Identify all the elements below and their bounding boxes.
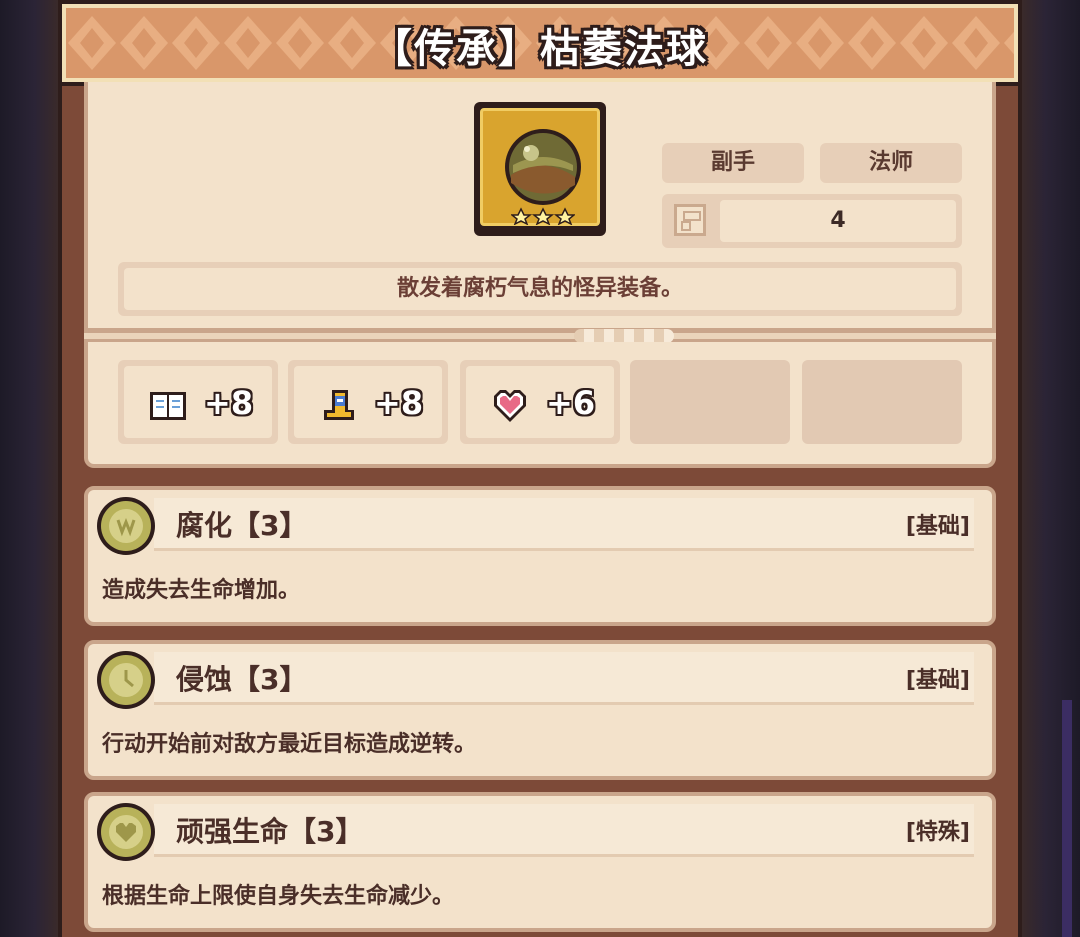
skill-card-corrosion[interactable]: 腐化【3】 [基础] 造成失去生命增加。 xyxy=(84,486,996,626)
skill-card-tenacious-life[interactable]: 顽强生命【3】 [特殊] 根据生命上限使自身失去生命减少。 xyxy=(84,792,996,932)
stat-boot-value: +8 xyxy=(374,384,424,422)
skill-description: 根据生命上限使自身失去生命减少。 xyxy=(102,884,455,909)
grid-icon xyxy=(674,204,706,236)
skill-type: [基础] xyxy=(905,514,970,539)
stat-book: +8 xyxy=(118,360,278,444)
corrosion-coin-icon xyxy=(97,497,155,555)
section-divider xyxy=(84,329,996,343)
slot-size-value: 4 xyxy=(720,200,956,242)
right-backdrop xyxy=(1022,0,1080,937)
tenacious-life-coin-icon xyxy=(97,803,155,861)
skill-name: 腐化【3】 xyxy=(176,509,308,542)
title-banner: 【传承】枯萎法球 xyxy=(62,4,1018,82)
skill-card-erosion[interactable]: 侵蚀【3】 [基础] 行动开始前对敌方最近目标造成逆转。 xyxy=(84,640,996,780)
stat-boot: +8 xyxy=(288,360,448,444)
heart-icon xyxy=(494,390,526,422)
skill-type: [特殊] xyxy=(905,820,970,845)
slot-size-box: 4 xyxy=(662,194,962,248)
stat-book-value: +8 xyxy=(204,384,254,422)
skill-type: [基础] xyxy=(905,668,970,693)
star-rating xyxy=(511,207,575,225)
boot-icon xyxy=(324,390,354,420)
skill-name: 顽强生命【3】 xyxy=(176,815,364,848)
stat-heart: +6 xyxy=(460,360,620,444)
tag-class: 法师 xyxy=(820,143,962,183)
withered-orb-icon xyxy=(505,129,581,205)
skill-name: 侵蚀【3】 xyxy=(176,663,308,696)
stat-heart-value: +6 xyxy=(546,384,596,422)
left-backdrop xyxy=(0,0,58,937)
item-title: 【传承】枯萎法球 xyxy=(372,26,708,72)
skill-description: 造成失去生命增加。 xyxy=(102,578,301,603)
book-icon xyxy=(150,392,186,420)
stat-empty-slot-2 xyxy=(802,360,962,444)
stat-empty-slot-1 xyxy=(630,360,790,444)
item-description: 散发着腐朽气息的怪异装备。 xyxy=(124,268,956,310)
erosion-coin-icon xyxy=(97,651,155,709)
skill-description: 行动开始前对敌方最近目标造成逆转。 xyxy=(102,732,477,757)
item-icon-frame[interactable] xyxy=(474,102,606,236)
item-description-box: 散发着腐朽气息的怪异装备。 xyxy=(118,262,962,316)
tag-offhand: 副手 xyxy=(662,143,804,183)
